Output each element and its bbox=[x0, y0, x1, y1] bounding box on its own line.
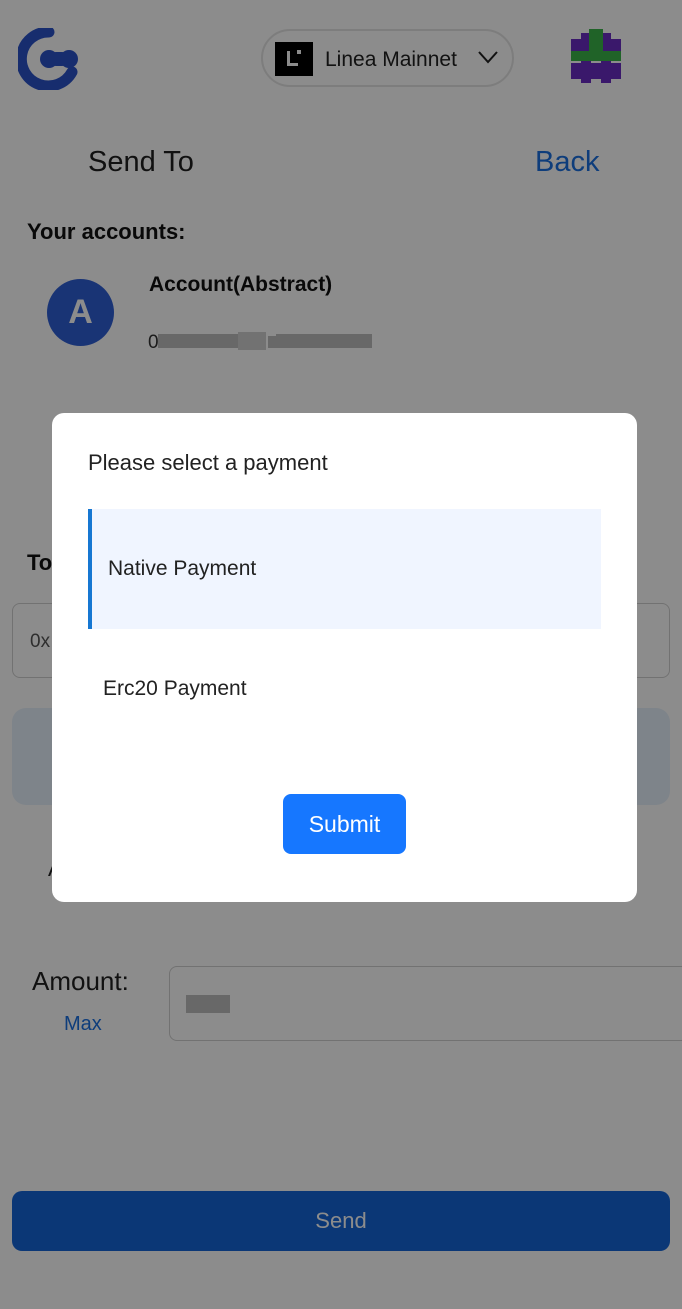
payment-select-modal: Please select a payment Native Payment E… bbox=[52, 413, 637, 902]
submit-button[interactable]: Submit bbox=[283, 794, 406, 854]
payment-option-native[interactable]: Native Payment bbox=[88, 509, 601, 629]
modal-title: Please select a payment bbox=[88, 450, 328, 475]
payment-option-label: Native Payment bbox=[108, 557, 257, 580]
payment-option-erc20[interactable]: Erc20 Payment bbox=[88, 629, 601, 749]
payment-option-label: Erc20 Payment bbox=[103, 677, 247, 700]
